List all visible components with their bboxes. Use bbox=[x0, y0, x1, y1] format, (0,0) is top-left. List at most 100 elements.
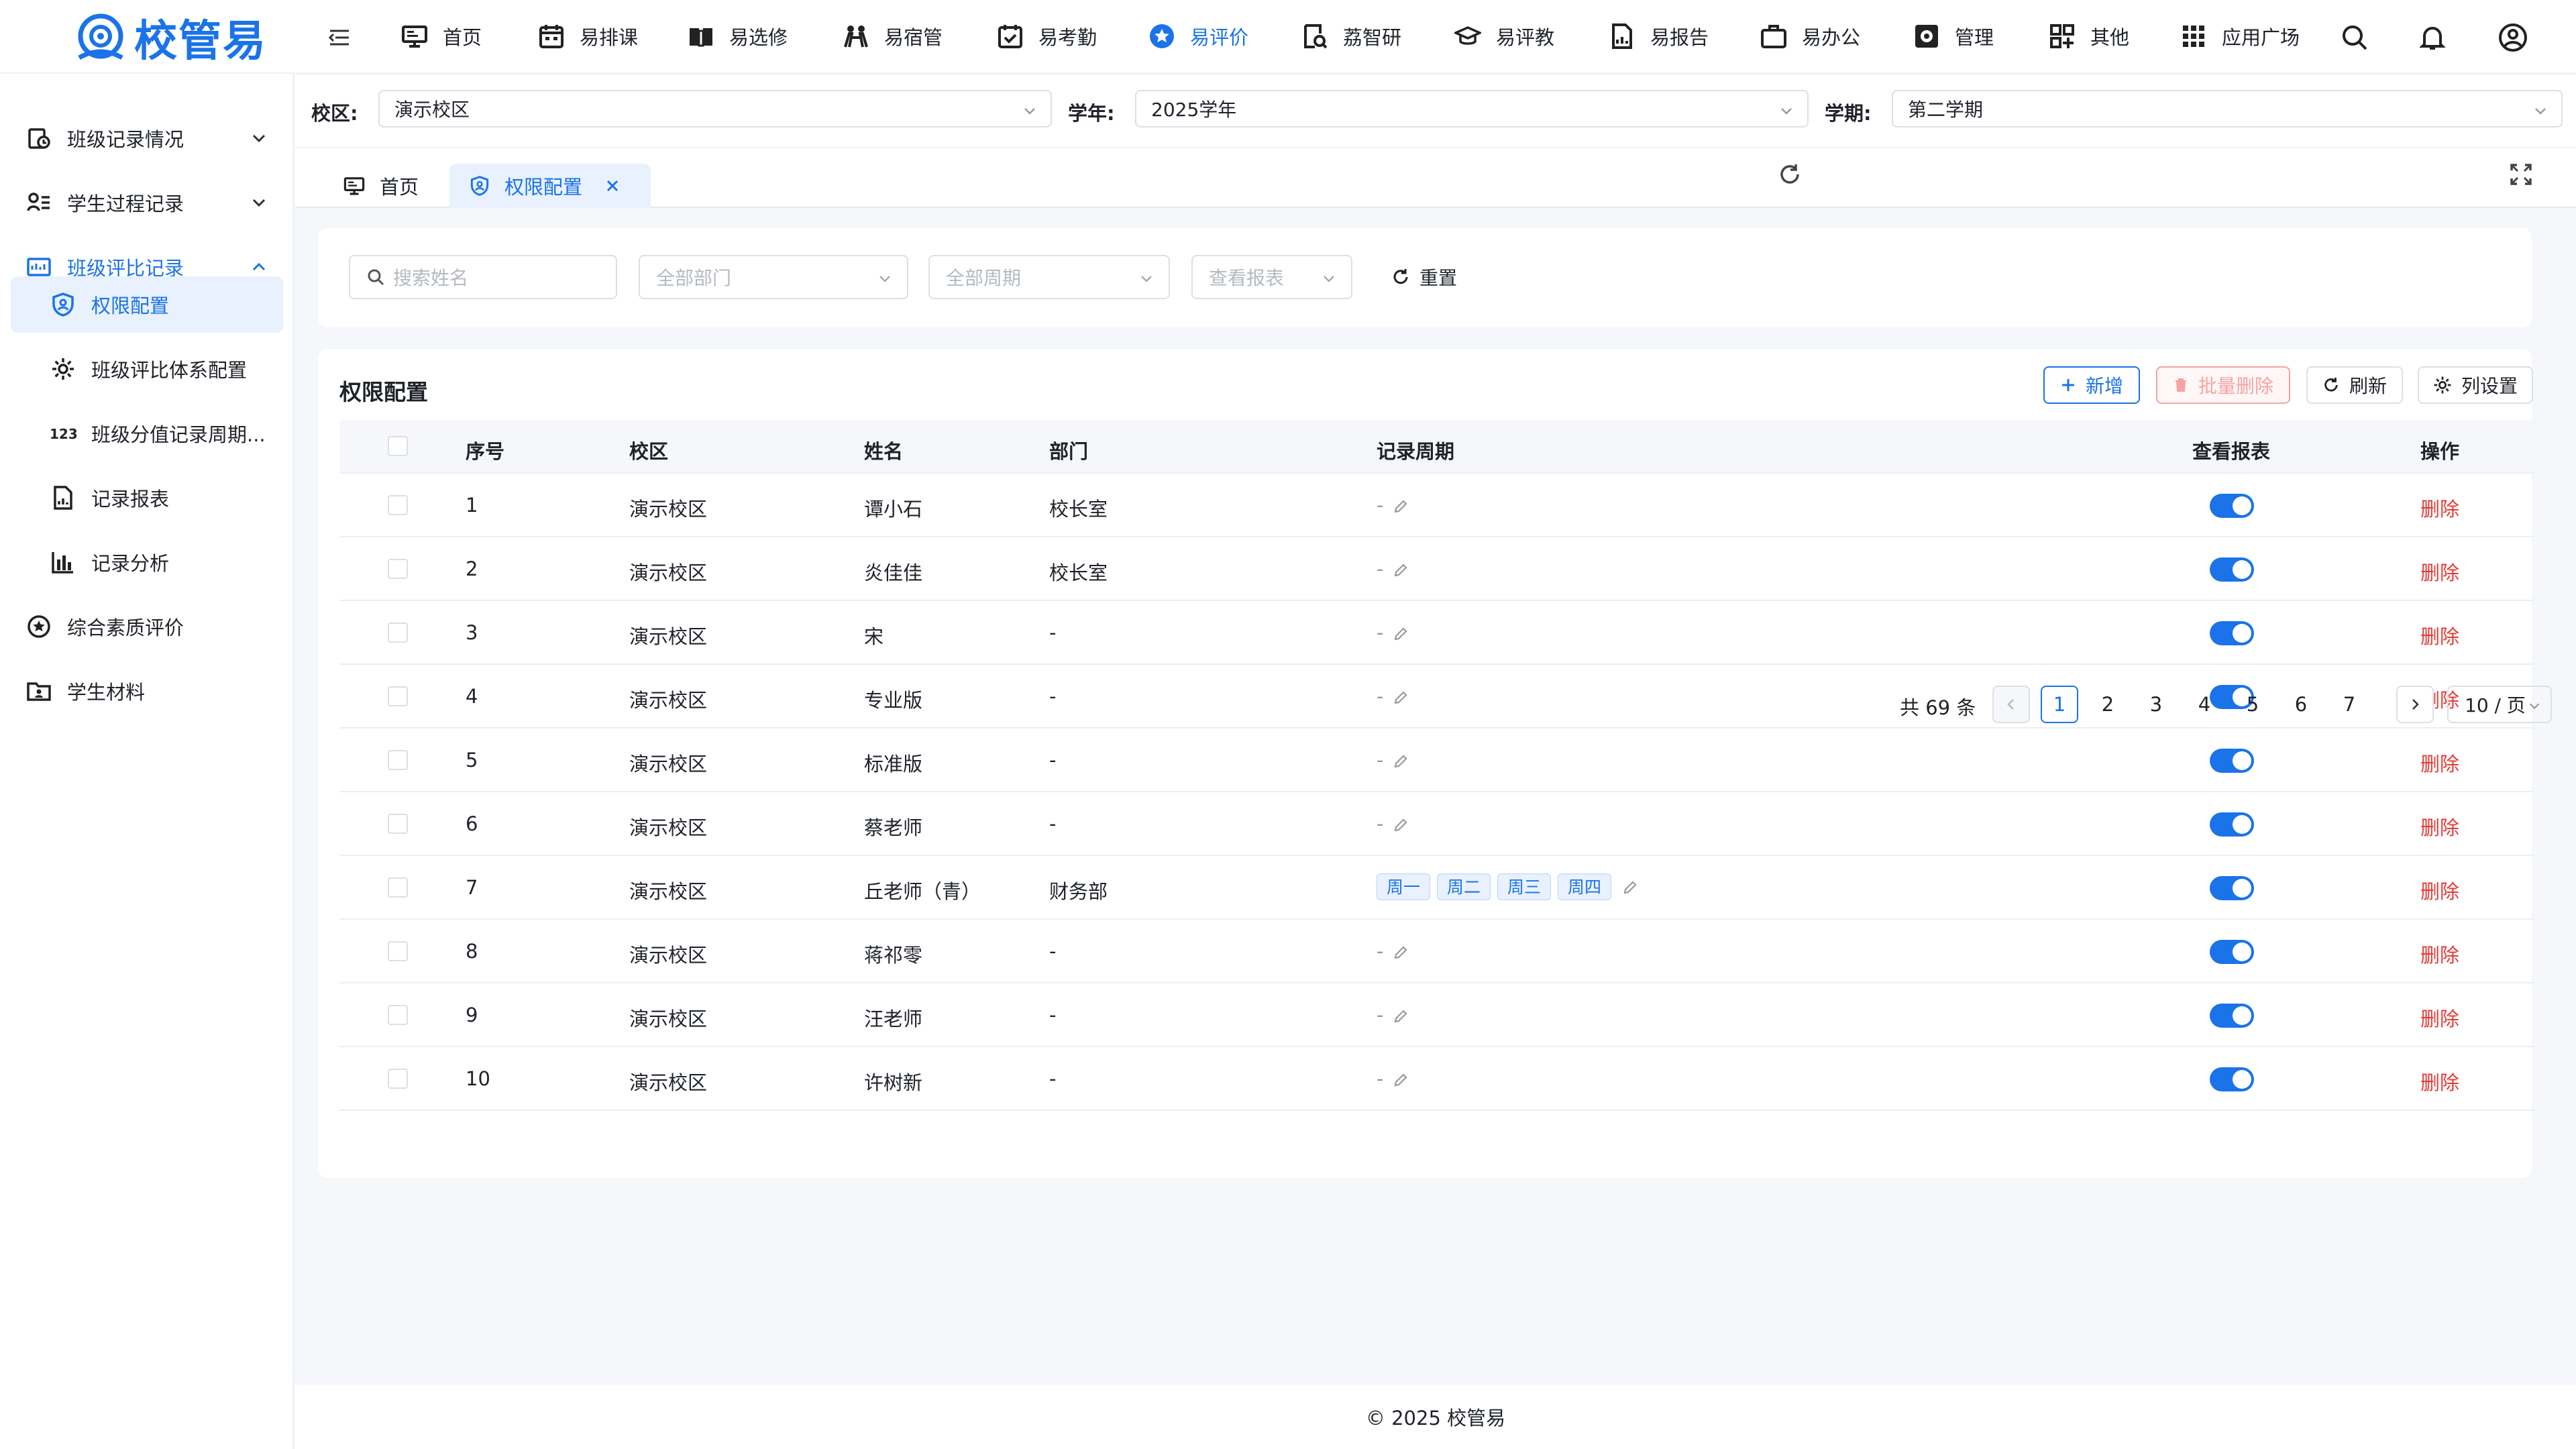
page-number-button[interactable]: 6 bbox=[2282, 686, 2320, 723]
weekday-tag[interactable]: 周三 bbox=[1497, 873, 1552, 900]
nav-item-others[interactable]: 其他 bbox=[2049, 17, 2129, 55]
sidebar-item-student-process[interactable]: 学生过程记录 bbox=[11, 174, 283, 231]
nav-item-management[interactable]: 管理 bbox=[1913, 17, 1994, 55]
edit-icon[interactable] bbox=[1393, 626, 1409, 642]
search-name-input[interactable]: 搜索姓名 bbox=[349, 255, 617, 299]
edit-icon[interactable] bbox=[1393, 753, 1409, 769]
nav-item-electives[interactable]: 易选修 bbox=[688, 17, 788, 55]
bell-icon[interactable] bbox=[2418, 23, 2447, 52]
view-report-toggle[interactable] bbox=[2210, 749, 2254, 773]
department-filter-select[interactable]: 全部部门 bbox=[639, 255, 908, 299]
sidebar-item-comprehensive-eval[interactable]: 综合素质评价 bbox=[11, 598, 283, 655]
edit-icon[interactable] bbox=[1393, 817, 1409, 833]
row-checkbox[interactable] bbox=[388, 623, 408, 643]
sidebar-item-record-analysis[interactable]: 记录分析 bbox=[11, 534, 283, 590]
edit-icon[interactable] bbox=[1393, 498, 1409, 515]
view-report-toggle[interactable] bbox=[2210, 940, 2254, 964]
edit-icon[interactable] bbox=[1393, 690, 1409, 706]
next-page-button[interactable] bbox=[2396, 686, 2434, 723]
delete-link[interactable]: 删除 bbox=[2420, 876, 2459, 904]
edit-icon[interactable] bbox=[1393, 1008, 1409, 1024]
delete-link[interactable]: 删除 bbox=[2420, 749, 2459, 777]
delete-link[interactable]: 删除 bbox=[2420, 940, 2459, 968]
row-checkbox[interactable] bbox=[388, 750, 408, 770]
refresh-button[interactable]: 刷新 bbox=[2306, 366, 2403, 404]
view-report-toggle[interactable] bbox=[2210, 557, 2254, 582]
close-icon[interactable] bbox=[605, 178, 635, 193]
page-size-select[interactable]: 10 / 页 bbox=[2447, 686, 2552, 723]
sidebar-item-score-cycle[interactable]: 123 班级分值记录周期... bbox=[11, 405, 283, 462]
nav-item-office[interactable]: 易办公 bbox=[1760, 17, 1860, 55]
department-cell: - bbox=[1049, 812, 1057, 835]
row-checkbox[interactable] bbox=[388, 686, 408, 706]
delete-link[interactable]: 删除 bbox=[2420, 812, 2459, 841]
page-number-button[interactable]: 4 bbox=[2186, 686, 2223, 723]
row-checkbox[interactable] bbox=[388, 559, 408, 579]
batch-delete-button[interactable]: 批量删除 bbox=[2156, 366, 2290, 404]
sidebar-item-student-materials[interactable]: 学生材料 bbox=[11, 663, 283, 719]
term-select[interactable]: 第二学期 bbox=[1892, 90, 2563, 127]
view-report-toggle[interactable] bbox=[2210, 1004, 2254, 1028]
page-number-button[interactable]: 5 bbox=[2234, 686, 2271, 723]
reset-button[interactable]: 重置 bbox=[1391, 255, 1457, 299]
record-period-value: - bbox=[1377, 812, 1384, 835]
weekday-tag[interactable]: 周二 bbox=[1437, 873, 1491, 900]
report-filter-select[interactable]: 查看报表 bbox=[1191, 255, 1352, 299]
view-report-toggle[interactable] bbox=[2210, 494, 2254, 518]
nav-item-scheduling[interactable]: 易排课 bbox=[538, 17, 638, 55]
fullscreen-icon[interactable] bbox=[2509, 162, 2536, 189]
row-checkbox[interactable] bbox=[388, 814, 408, 834]
sidebar-item-rating-system[interactable]: 班级评比体系配置 bbox=[11, 341, 283, 397]
delete-link[interactable]: 删除 bbox=[2420, 1067, 2459, 1095]
edit-icon[interactable] bbox=[1393, 1072, 1409, 1088]
nav-item-app-store[interactable]: 应用广场 bbox=[2180, 17, 2300, 55]
edit-icon[interactable] bbox=[1622, 879, 1638, 896]
nav-item-report[interactable]: 易报告 bbox=[1609, 17, 1709, 55]
sidebar-item-class-records[interactable]: 班级记录情况 bbox=[11, 110, 283, 166]
delete-link[interactable]: 删除 bbox=[2420, 494, 2459, 522]
page-number-button[interactable]: 2 bbox=[2089, 686, 2127, 723]
delete-link[interactable]: 删除 bbox=[2420, 1004, 2459, 1032]
app-logo[interactable]: 校管易 bbox=[72, 7, 267, 68]
select-all-checkbox[interactable] bbox=[388, 436, 408, 456]
sidebar-item-record-report[interactable]: 记录报表 bbox=[11, 470, 283, 526]
delete-link[interactable]: 删除 bbox=[2420, 557, 2459, 586]
row-checkbox[interactable] bbox=[388, 941, 408, 961]
weekday-tag[interactable]: 周一 bbox=[1377, 873, 1431, 900]
page-number-button[interactable]: 1 bbox=[2041, 686, 2078, 723]
reload-icon[interactable] bbox=[1778, 162, 1805, 189]
year-select[interactable]: 2025学年 bbox=[1135, 90, 1809, 127]
nav-item-home[interactable]: 首页 bbox=[401, 17, 482, 55]
view-report-toggle[interactable] bbox=[2210, 812, 2254, 837]
add-button[interactable]: 新增 bbox=[2043, 366, 2140, 404]
column-settings-button[interactable]: 列设置 bbox=[2418, 366, 2533, 404]
nav-item-research[interactable]: 荔智研 bbox=[1301, 17, 1401, 55]
search-icon[interactable] bbox=[2340, 23, 2369, 52]
prev-page-button[interactable] bbox=[1992, 686, 2030, 723]
nav-item-teaching-eval[interactable]: 易评教 bbox=[1454, 17, 1554, 55]
tab-home[interactable]: 首页 bbox=[343, 164, 444, 208]
row-checkbox[interactable] bbox=[388, 495, 408, 515]
sidebar-item-permission-config[interactable]: 权限配置 bbox=[11, 276, 283, 333]
edit-icon[interactable] bbox=[1393, 562, 1409, 578]
pagination-total: 共 69 条 bbox=[1900, 696, 1976, 719]
nav-item-dorm[interactable]: 易宿管 bbox=[843, 17, 943, 55]
period-filter-select[interactable]: 全部周期 bbox=[928, 255, 1170, 299]
nav-item-attendance[interactable]: 易考勤 bbox=[997, 17, 1097, 55]
page-number-button[interactable]: 7 bbox=[2330, 686, 2368, 723]
weekday-tag[interactable]: 周四 bbox=[1558, 873, 1612, 900]
user-circle-icon[interactable] bbox=[2498, 23, 2528, 52]
delete-link[interactable]: 删除 bbox=[2420, 621, 2459, 649]
view-report-toggle[interactable] bbox=[2210, 1067, 2254, 1091]
row-checkbox[interactable] bbox=[388, 877, 408, 898]
menu-collapse-icon[interactable] bbox=[326, 24, 353, 51]
view-report-toggle[interactable] bbox=[2210, 876, 2254, 900]
page-number-button[interactable]: 3 bbox=[2137, 686, 2175, 723]
nav-item-evaluation[interactable]: 易评价 bbox=[1148, 17, 1248, 55]
row-checkbox[interactable] bbox=[388, 1069, 408, 1089]
row-checkbox[interactable] bbox=[388, 1005, 408, 1025]
edit-icon[interactable] bbox=[1393, 945, 1409, 961]
view-report-toggle[interactable] bbox=[2210, 621, 2254, 645]
campus-select[interactable]: 演示校区 bbox=[378, 90, 1052, 127]
tab-permission-config[interactable]: 权限配置 bbox=[449, 164, 651, 208]
